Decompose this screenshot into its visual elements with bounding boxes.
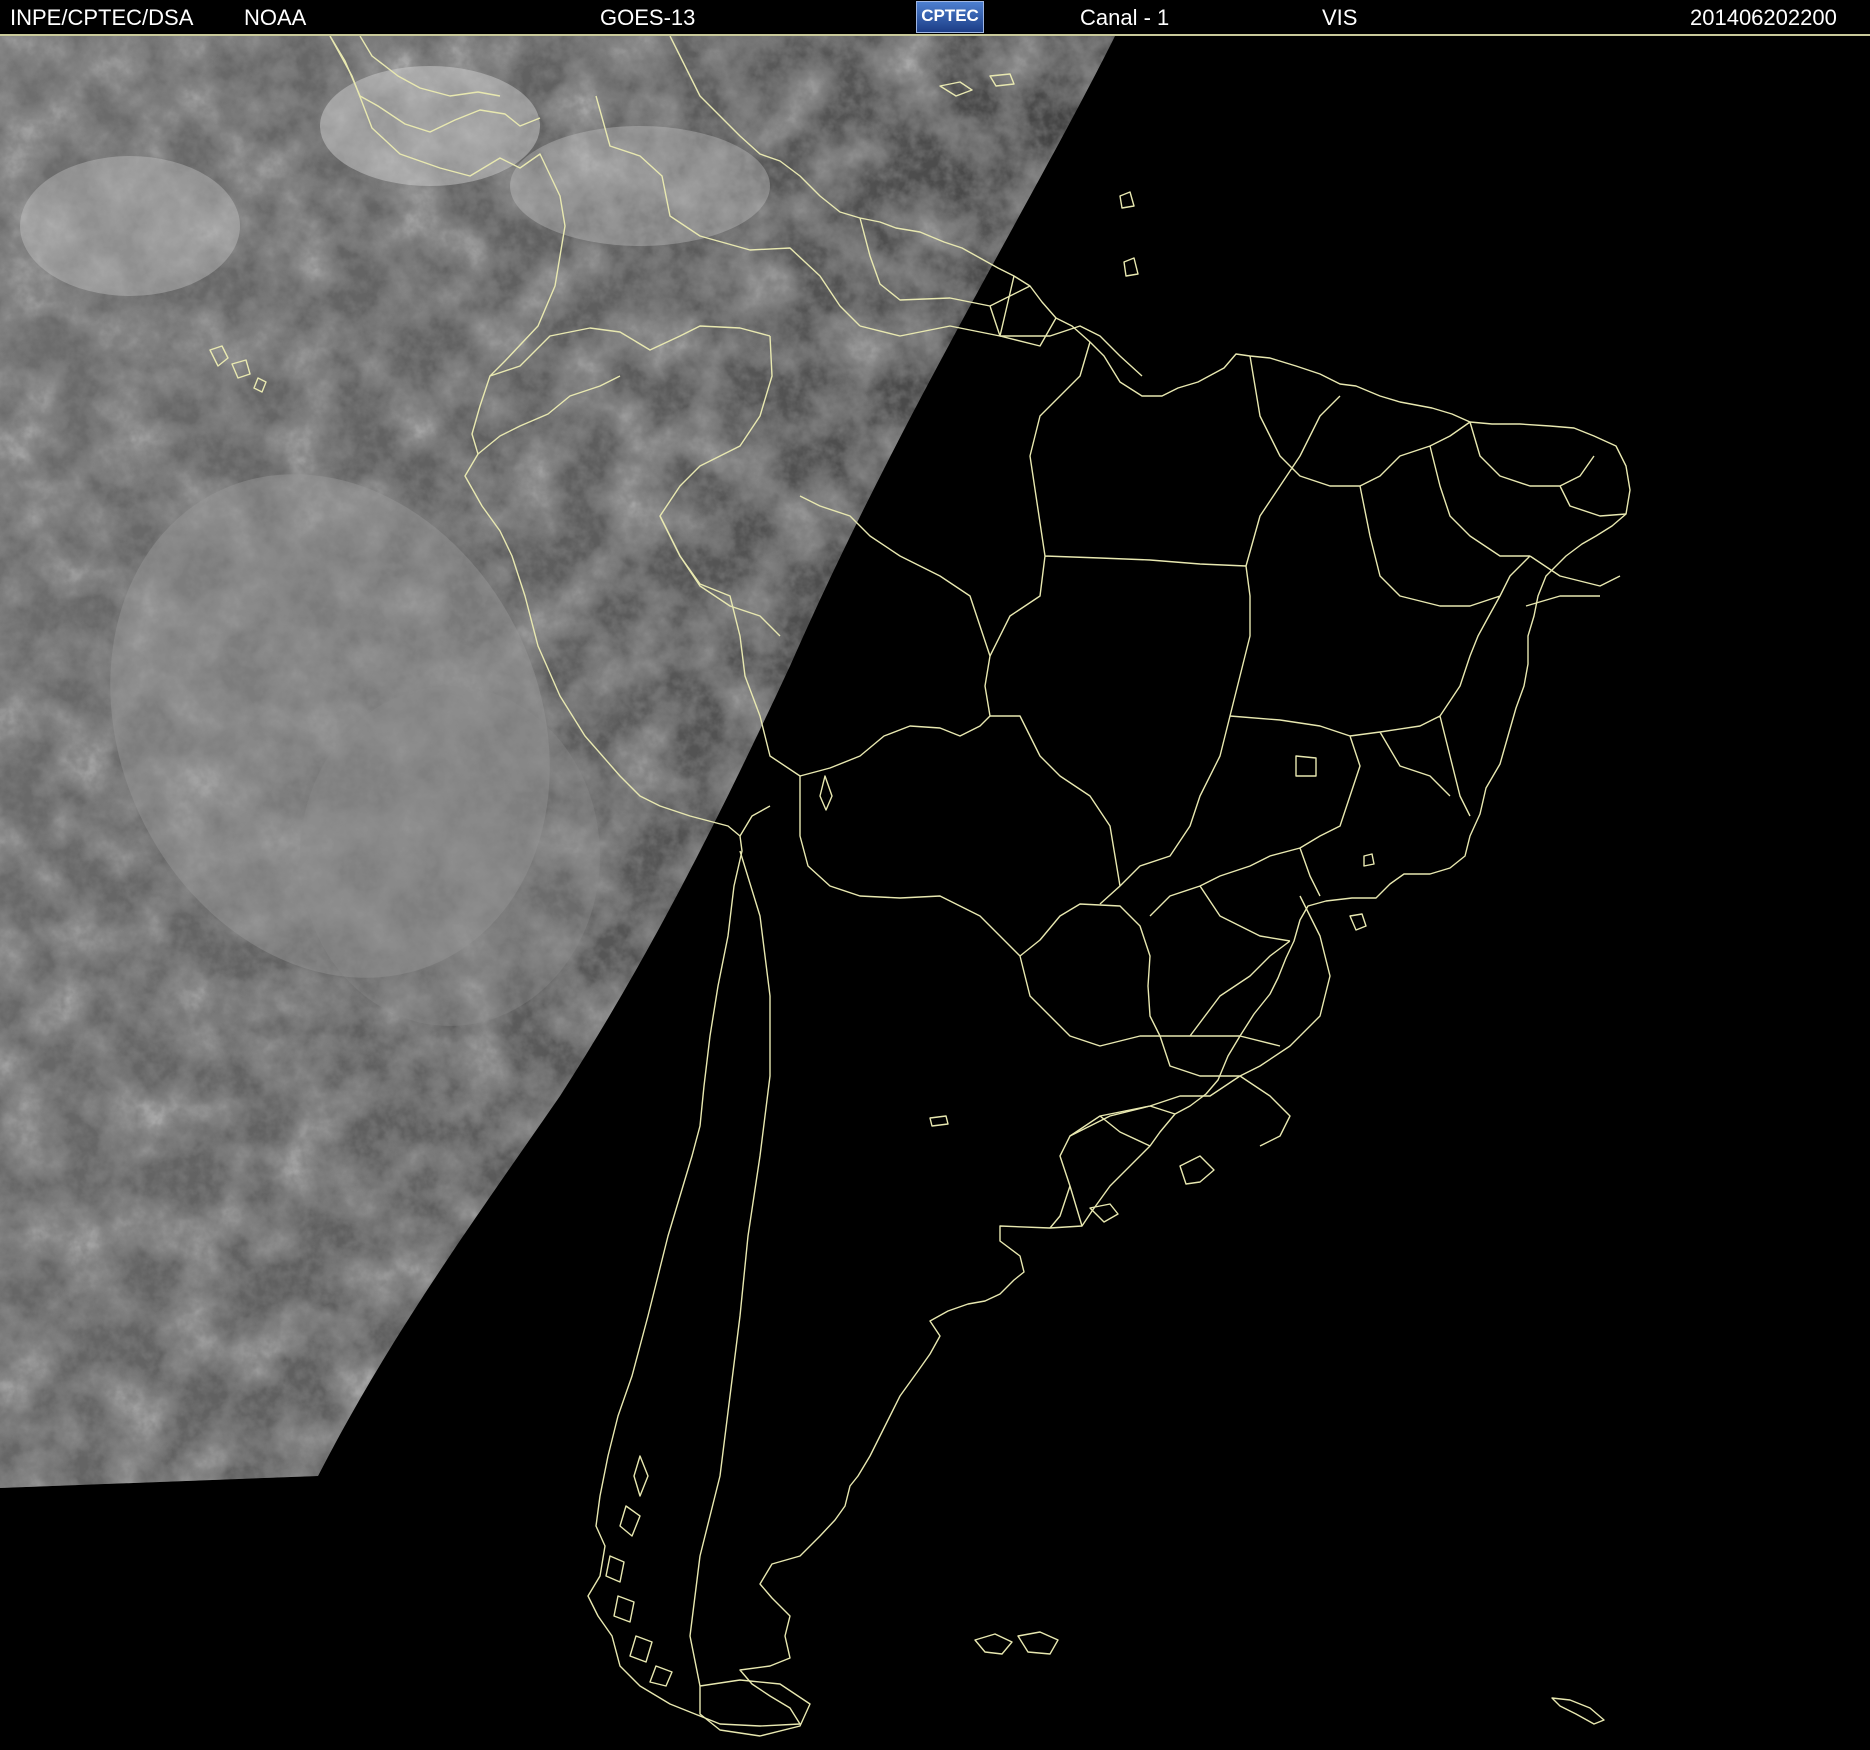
agency-label: NOAA <box>244 5 307 30</box>
institution-label: INPE/CPTEC/DSA <box>10 5 194 30</box>
header-bar: INPE/CPTEC/DSA NOAA GOES-13 CPTEC Canal … <box>0 0 1870 36</box>
cptec-logo: CPTEC <box>916 1 984 33</box>
band-label: VIS <box>1322 5 1358 30</box>
satellite-label: GOES-13 <box>600 5 696 30</box>
timestamp-label: 201406202200 <box>1690 5 1837 30</box>
channel-label: Canal - 1 <box>1080 5 1170 30</box>
satellite-map <box>0 36 1870 1750</box>
